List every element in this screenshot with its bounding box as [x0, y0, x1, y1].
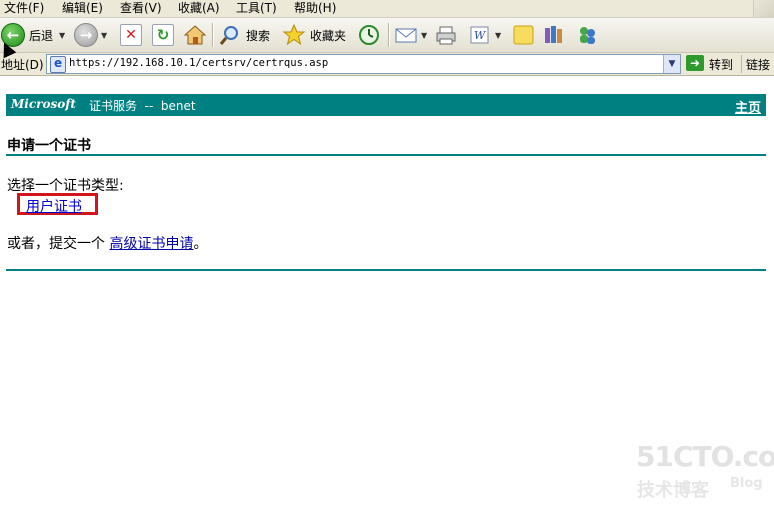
printer-icon [436, 26, 456, 45]
go-button[interactable]: 转到 [709, 56, 733, 73]
watermark-blog: Blog [730, 476, 763, 491]
go-arrow-icon[interactable]: ➜ [686, 55, 704, 71]
mail-icon [395, 28, 417, 43]
advanced-request-link[interactable]: 高级证书申请 [109, 236, 193, 252]
menu-favorites[interactable]: 收藏(A) [178, 1, 220, 15]
divider [6, 269, 766, 271]
watermark-site: 51CTO.com [636, 440, 774, 473]
chevron-down-icon: ▼ [495, 30, 502, 40]
or-text: 或者，提交一个 [7, 236, 110, 252]
address-label: 地址(D) [1, 58, 44, 72]
search-icon [219, 26, 238, 45]
menu-help[interactable]: 帮助(H) [294, 1, 336, 15]
messenger-button[interactable] [576, 22, 600, 48]
refresh-icon: ↻ [152, 24, 174, 46]
address-dropdown-icon[interactable]: ▼ [663, 55, 680, 73]
address-bar: 地址(D) https://192.168.10.1/certsrv/certr… [0, 53, 774, 76]
back-label: 后退 [29, 28, 54, 43]
stop-button[interactable]: ✕ [120, 22, 142, 48]
address-url[interactable]: https://192.168.10.1/certsrv/certrqus.as… [69, 57, 328, 69]
search-label: 搜索 [246, 28, 271, 43]
search-button[interactable]: 搜索 [218, 22, 270, 48]
history-button[interactable] [357, 22, 381, 48]
books-icon [545, 26, 562, 43]
alternative-request-line: 或者，提交一个 高级证书申请。 [7, 233, 207, 253]
stop-icon: ✕ [120, 24, 142, 46]
standard-toolbar: ← 后退 ▼ → ▼ ✕ ↻ 搜索 收藏夹 ▼ W ▼ [0, 18, 774, 53]
windows-logo-icon [753, 0, 774, 17]
research-button[interactable] [542, 22, 566, 48]
home-icon [183, 25, 207, 45]
messenger-icon [580, 27, 595, 44]
menu-edit[interactable]: 编辑(E) [62, 1, 103, 15]
back-history-dropdown[interactable]: ▼ [56, 22, 65, 48]
history-icon [359, 25, 379, 45]
menu-file[interactable]: 文件(F) [4, 1, 44, 15]
home-button[interactable] [183, 22, 207, 48]
user-certificate-link[interactable]: 用户证书 [26, 196, 82, 216]
chevron-down-icon: ▼ [421, 30, 428, 40]
chevron-down-icon: ▼ [101, 30, 108, 40]
svg-text:W: W [474, 29, 487, 42]
links-button[interactable]: 链接 [746, 56, 770, 73]
toolbar-separator [212, 23, 214, 47]
mail-button[interactable]: ▼ [394, 22, 427, 48]
star-icon [282, 24, 306, 46]
divider [6, 154, 766, 156]
chevron-down-icon: ▼ [59, 30, 66, 40]
word-document-icon: W [470, 26, 489, 44]
watermark-sub: 技术博客 [637, 480, 709, 501]
menu-bar: 文件(F) 编辑(E) 查看(V) 收藏(A) 工具(T) 帮助(H) [0, 0, 774, 18]
service-title: 证书服务 -- benet [89, 99, 196, 113]
menu-view[interactable]: 查看(V) [120, 1, 162, 15]
toolbar-separator [388, 23, 390, 47]
address-input[interactable]: https://192.168.10.1/certsrv/certrqus.as… [46, 54, 681, 74]
forward-button[interactable]: → ▼ [74, 22, 107, 48]
edit-button[interactable]: W ▼ [468, 22, 501, 48]
note-icon [513, 25, 534, 45]
menu-tools[interactable]: 工具(T) [236, 1, 277, 15]
choose-type-label: 选择一个证书类型: [7, 178, 124, 194]
toolbar-separator [741, 55, 742, 73]
page-banner: Microsoft 证书服务 -- benet 主页 [6, 94, 766, 116]
favorites-label: 收藏夹 [310, 28, 347, 43]
page-title: 申请一个证书 [7, 138, 91, 154]
discuss-button[interactable] [512, 22, 536, 48]
forward-arrow-icon: → [74, 23, 98, 47]
microsoft-logo: Microsoft [11, 97, 76, 111]
refresh-button[interactable]: ↻ [152, 22, 174, 48]
period-text: 。 [193, 236, 208, 252]
print-button[interactable] [434, 22, 458, 48]
favorites-button[interactable]: 收藏夹 [282, 22, 346, 48]
page-icon [50, 56, 66, 73]
home-link[interactable]: 主页 [735, 97, 761, 116]
